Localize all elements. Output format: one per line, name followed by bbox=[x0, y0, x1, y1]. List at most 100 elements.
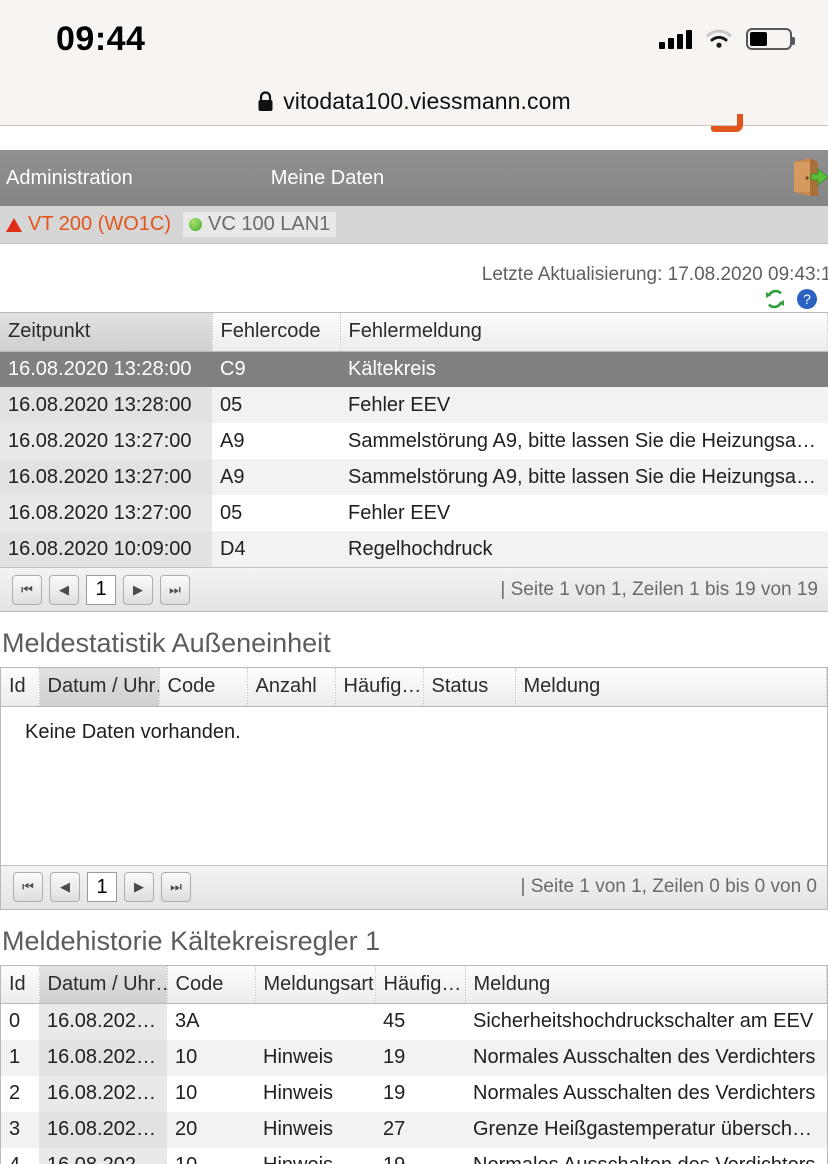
pager-prev-button[interactable]: ◀ bbox=[49, 574, 79, 605]
cell-meldung: Grenze Heißgastemperatur überschritten. bbox=[465, 1111, 827, 1148]
cell-fehlercode: C9 bbox=[212, 351, 340, 387]
help-icon[interactable]: ? bbox=[796, 288, 818, 310]
column-header-zeitpunkt[interactable]: Zeitpunkt bbox=[0, 313, 213, 352]
refresh-icon[interactable] bbox=[764, 288, 786, 310]
nav-item-administration[interactable]: Administration bbox=[0, 167, 151, 190]
cell-datum: 16.08.2020 … bbox=[39, 1111, 167, 1148]
stat-grid: Id Datum / Uhr… Code Anzahl Häufig… Stat… bbox=[0, 667, 828, 910]
ios-status-bar: 09:44 bbox=[0, 0, 828, 78]
wifi-icon bbox=[706, 29, 732, 48]
device-vt200-label: VT 200 (WO1C) bbox=[28, 213, 171, 235]
cell-code: 10 bbox=[167, 1148, 255, 1164]
cell-fehlercode: A9 bbox=[220, 429, 245, 452]
cellular-signal-icon bbox=[659, 29, 692, 49]
table-header-row: Id Datum / Uhr… Code Anzahl Häufig… Stat… bbox=[1, 668, 827, 707]
main-navbar: Administration Meine Daten bbox=[0, 150, 828, 206]
status-indicators bbox=[659, 28, 795, 50]
cell-haeufigkeit: 19 bbox=[375, 1148, 465, 1164]
cell-code: 10 bbox=[175, 1082, 198, 1104]
column-header-haeufigkeit[interactable]: Häufig… bbox=[335, 668, 424, 707]
table-header-row: Zeitpunkt Fehlercode Fehlermeldung bbox=[0, 313, 828, 352]
column-header-datum-uhrzeit[interactable]: Datum / Uhr… bbox=[39, 668, 160, 707]
table-row[interactable]: 1 16.08.2020 … 10 Hinweis 19 Normales Au… bbox=[1, 1039, 827, 1076]
column-header-meldung[interactable]: Meldung bbox=[515, 668, 827, 707]
pager-page-input[interactable]: 1 bbox=[86, 574, 116, 605]
cell-zeitpunkt: 16.08.2020 13:27:00 bbox=[0, 495, 212, 531]
column-header-meldungsart[interactable]: Meldungsart bbox=[255, 965, 376, 1004]
table-row[interactable]: 16.08.2020 13:28:00 C9 Kältekreis bbox=[0, 351, 828, 387]
column-header-meldung[interactable]: Meldung bbox=[465, 965, 827, 1004]
table-row[interactable]: 16.08.2020 13:28:00 05 Fehler EEV bbox=[0, 387, 828, 423]
column-header-id[interactable]: Id bbox=[1, 668, 40, 707]
table-row[interactable]: 16.08.2020 13:27:00 A9 Sammelstörung A9,… bbox=[0, 459, 828, 495]
browser-url-bar[interactable]: vitodata100.viessmann.com bbox=[0, 78, 828, 126]
nav-item-meine-daten[interactable]: Meine Daten bbox=[253, 167, 402, 190]
column-header-status[interactable]: Status bbox=[423, 668, 516, 707]
column-header-anzahl[interactable]: Anzahl bbox=[247, 668, 336, 707]
cell-id: 1 bbox=[1, 1039, 39, 1076]
section-title-meldestatistik: Meldestatistik Außeneinheit bbox=[2, 628, 331, 658]
cell-fehlermeldung: Fehler EEV bbox=[348, 501, 451, 524]
column-header-code[interactable]: Code bbox=[159, 668, 248, 707]
table-row[interactable]: 16.08.2020 10:09:00 D4 Regelhochdruck bbox=[0, 531, 828, 567]
column-header-code[interactable]: Code bbox=[167, 965, 256, 1004]
table-row[interactable]: 16.08.2020 13:27:00 05 Fehler EEV bbox=[0, 495, 828, 531]
cell-code: 20 bbox=[167, 1111, 255, 1148]
brand-mark-icon bbox=[711, 114, 743, 132]
column-header-id[interactable]: Id bbox=[1, 965, 40, 1004]
cell-meldungsart: Hinweis bbox=[255, 1148, 375, 1164]
fault-history-table: Zeitpunkt Fehlercode Fehlermeldung 16.08… bbox=[0, 313, 828, 567]
viessmann-logo-partial bbox=[0, 114, 828, 150]
status-dot-icon bbox=[189, 218, 202, 231]
pager-page-input[interactable]: 1 bbox=[87, 872, 117, 902]
warning-triangle-icon bbox=[6, 217, 22, 232]
cell-meldungsart: Hinweis bbox=[255, 1111, 375, 1148]
pager-info: | Seite 1 von 1, Zeilen 1 bis 19 von 19 bbox=[500, 578, 818, 600]
history-table: Id Datum / Uhr… Code Meldungsart Häufig…… bbox=[1, 965, 827, 1164]
cell-haeufigkeit: 19 bbox=[375, 1039, 465, 1076]
pager-prev-button[interactable]: ◀ bbox=[50, 872, 80, 902]
pager-info: | Seite 1 von 1, Zeilen 0 bis 0 von 0 bbox=[520, 876, 817, 897]
column-header-fehlermeldung[interactable]: Fehlermeldung bbox=[340, 313, 828, 352]
pager-next-button[interactable]: ▶ bbox=[123, 574, 153, 605]
svg-text:?: ? bbox=[803, 291, 811, 307]
cell-zeitpunkt: 16.08.2020 13:28:00 bbox=[0, 351, 212, 387]
cell-fehlercode: A9 bbox=[212, 459, 340, 495]
cell-haeufigkeit: 27 bbox=[375, 1111, 465, 1148]
table-row[interactable]: 0 16.08.2020 … 3A 45 Sicherheitshochdruc… bbox=[1, 1003, 827, 1040]
stat-table: Id Datum / Uhr… Code Anzahl Häufig… Stat… bbox=[1, 668, 827, 707]
lock-icon bbox=[258, 91, 273, 111]
cell-datum: 16.08.2020 … bbox=[39, 1075, 167, 1112]
device-vc100-label: VC 100 LAN1 bbox=[208, 213, 331, 235]
web-page: Administration Meine Daten VT 200 (WO1C)… bbox=[0, 114, 828, 1164]
table-row[interactable]: 16.08.2020 13:27:00 A9 Sammelstörung A9,… bbox=[0, 423, 828, 459]
table-row[interactable]: 2 16.08.2020 … 10 Hinweis 19 Normales Au… bbox=[1, 1075, 827, 1112]
cell-datum: 16.08.2020 … bbox=[39, 1147, 167, 1164]
pager-first-button[interactable]: ⏮ bbox=[13, 872, 43, 902]
device-vc100[interactable]: VC 100 LAN1 bbox=[183, 212, 337, 237]
url-text: vitodata100.viessmann.com bbox=[283, 88, 571, 114]
pager-first-button[interactable]: ⏮ bbox=[12, 574, 42, 605]
column-header-fehlercode[interactable]: Fehlercode bbox=[212, 313, 341, 352]
logout-door-icon[interactable] bbox=[784, 156, 828, 200]
cell-zeitpunkt: 16.08.2020 13:27:00 bbox=[0, 423, 212, 459]
table-row[interactable]: 4 16.08.2020 … 10 Hinweis 19 Normales Au… bbox=[1, 1147, 827, 1164]
cell-datum: 16.08.2020 … bbox=[39, 1003, 167, 1040]
device-vt200[interactable]: VT 200 (WO1C) bbox=[6, 213, 171, 236]
pager-next-button[interactable]: ▶ bbox=[124, 872, 154, 902]
cell-meldung: Normales Ausschalten des Verdichters bbox=[465, 1039, 827, 1076]
last-update-text: Letzte Aktualisierung: 17.08.2020 09:43:… bbox=[481, 264, 828, 285]
cell-id: 2 bbox=[9, 1082, 21, 1104]
pager-last-button[interactable]: ⏭ bbox=[161, 872, 191, 902]
cell-fehlermeldung: Fehler EEV bbox=[340, 387, 828, 423]
cell-meldung: Normales Ausschalten des Verdichters bbox=[473, 1082, 816, 1104]
column-header-datum-uhrzeit[interactable]: Datum / Uhr… bbox=[39, 965, 168, 1004]
pager-last-button[interactable]: ⏭ bbox=[160, 574, 190, 605]
cell-meldungsart: Hinweis bbox=[263, 1082, 334, 1104]
cell-meldungsart: Hinweis bbox=[255, 1039, 375, 1076]
table-row[interactable]: 3 16.08.2020 … 20 Hinweis 27 Grenze Heiß… bbox=[1, 1111, 827, 1148]
column-header-haeufigkeit[interactable]: Häufig… bbox=[375, 965, 466, 1004]
cell-datum: 16.08.2020 … bbox=[39, 1039, 167, 1076]
cell-meldung: Normales Ausschalten des Verdichters bbox=[465, 1148, 827, 1164]
cell-id: 4 bbox=[1, 1148, 39, 1164]
